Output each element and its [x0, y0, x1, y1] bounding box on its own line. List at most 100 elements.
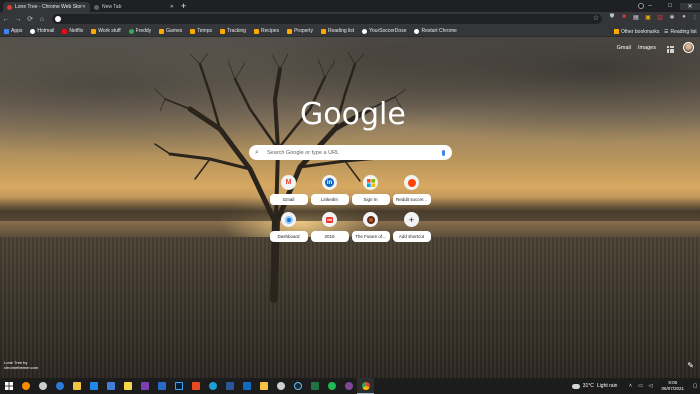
folder-icon — [159, 28, 165, 34]
xbox-icon[interactable] — [272, 378, 289, 394]
plus-icon: + — [404, 212, 419, 227]
ntp-header-links: Gmail Images — [617, 45, 656, 51]
gmail-link[interactable]: Gmail — [617, 45, 631, 51]
shortcut-dashboard[interactable]: Dashboard — [268, 212, 309, 242]
close-tab-icon[interactable]: ✕ — [82, 4, 86, 10]
bookmark-freddy[interactable]: Freddy — [128, 28, 151, 34]
window-controls: – □ ✕ — [640, 0, 700, 12]
clock[interactable]: 9:06 06/07/2021 — [661, 380, 684, 392]
extension-yellow-icon[interactable]: ▣ — [644, 14, 652, 23]
theme-credit[interactable]: Lone Tree by chromethemer.com — [4, 360, 38, 370]
reading-list-button[interactable]: ☰ Reading list — [664, 26, 697, 37]
spotify-icon[interactable] — [323, 378, 340, 394]
windows-start-icon[interactable] — [0, 378, 17, 394]
tab-new-tab[interactable]: New Tab ✕ — [90, 2, 178, 12]
tab-lone-tree[interactable]: Lone Tree - Chrome Web Store ✕ — [3, 2, 90, 12]
reload-button[interactable]: ⟳ — [24, 15, 36, 23]
file-explorer-icon[interactable] — [68, 378, 85, 394]
account-avatar[interactable] — [683, 42, 694, 53]
customize-pencil-icon[interactable]: ✎ — [687, 361, 694, 370]
microsoft-icon — [363, 175, 378, 190]
maximize-button[interactable]: □ — [660, 3, 680, 9]
close-window-button[interactable]: ✕ — [680, 2, 700, 10]
bookmark-games[interactable]: Games — [159, 28, 182, 34]
bookmark-hotmail[interactable]: Hotmail — [30, 28, 54, 34]
extension-doc-icon[interactable]: ▤ — [632, 14, 640, 23]
photoshop-icon[interactable] — [170, 378, 187, 394]
profile-avatar-icon[interactable]: ● — [680, 14, 688, 23]
edge-browser-icon[interactable] — [204, 378, 221, 394]
search-icon[interactable] — [17, 378, 34, 394]
shortcut-sign-in[interactable]: Sign In — [350, 175, 391, 205]
volume-icon[interactable]: ◁ — [645, 383, 655, 389]
video-site-icon: vid — [322, 212, 337, 227]
hotmail-icon — [30, 28, 36, 34]
word-icon[interactable] — [221, 378, 238, 394]
add-shortcut-button[interactable]: + Add shortcut — [391, 212, 432, 242]
omnibox[interactable]: ☆ — [52, 14, 602, 24]
photos-icon[interactable] — [153, 378, 170, 394]
search-box[interactable]: ⌕ Search Google or type a URL — [249, 145, 452, 160]
new-tab-button[interactable]: + — [181, 1, 186, 11]
mail-icon[interactable] — [85, 378, 102, 394]
notification-icon[interactable]: ▢ — [690, 383, 700, 389]
bookmark-work-stuff[interactable]: Work stuff — [91, 28, 121, 34]
shortcut-2019[interactable]: vid 2019 — [309, 212, 350, 242]
shortcut-label: Add shortcut — [392, 231, 431, 242]
shortcut-linkedin[interactable]: in LinkedIn — [309, 175, 350, 205]
bookmark-star-icon[interactable]: ☆ — [593, 14, 599, 22]
apps-grid-icon — [4, 28, 9, 34]
clock-date: 06/07/2021 — [661, 386, 684, 391]
shortcut-label: Sign In — [351, 194, 390, 205]
store-icon[interactable] — [102, 378, 119, 394]
bookmark-tracking[interactable]: Tracking — [220, 28, 246, 34]
bookmark-temps[interactable]: Temps — [190, 28, 212, 34]
forward-button[interactable]: → — [12, 16, 24, 23]
menu-kebab-icon[interactable]: ⋮ — [691, 14, 699, 23]
google-logo: Google — [300, 97, 406, 132]
settings-icon[interactable] — [34, 378, 51, 394]
minimize-button[interactable]: – — [640, 3, 660, 9]
edge-icon[interactable] — [51, 378, 68, 394]
home-button[interactable]: ⌂ — [36, 16, 48, 23]
onenote-icon[interactable] — [136, 378, 153, 394]
files-icon[interactable] — [255, 378, 272, 394]
extension-red-icon[interactable]: ■ — [620, 14, 628, 23]
outlook-icon[interactable] — [238, 378, 255, 394]
close-tab-icon[interactable]: ✕ — [170, 4, 174, 10]
shortcut-gmail[interactable]: M Gmail — [268, 175, 309, 205]
network-icon[interactable]: ▭ — [635, 383, 645, 389]
bookmark-reading-list[interactable]: Reading list — [321, 28, 354, 34]
extension-pdf-icon[interactable]: ▥ — [656, 14, 664, 23]
bookmark-property[interactable]: Property — [287, 28, 313, 34]
chevron-up-icon[interactable]: ˄ — [625, 383, 635, 389]
shortcut-reddit-soccer[interactable]: Reddit soccer... — [391, 175, 432, 205]
chrome-icon[interactable] — [357, 378, 374, 394]
reading-list-icon: ☰ — [664, 28, 669, 35]
tor-icon[interactable] — [340, 378, 357, 394]
bookmark-netflix[interactable]: Netflix — [62, 28, 83, 34]
bookmark-recipes[interactable]: Recipes — [254, 28, 279, 34]
shortcut-label: 2019 — [310, 231, 349, 242]
google-g-icon — [55, 16, 61, 22]
sticky-notes-icon[interactable] — [119, 378, 136, 394]
steam-icon[interactable] — [289, 378, 306, 394]
office-icon[interactable] — [187, 378, 204, 394]
extension-shield-icon[interactable]: ⛊ — [608, 14, 616, 23]
shortcut-the-future-of[interactable]: The Future of... — [350, 212, 391, 242]
bookmark-yoursoccerdose[interactable]: YourSoccerDose — [362, 28, 406, 34]
excel-icon[interactable] — [306, 378, 323, 394]
extensions-puzzle-icon[interactable]: ✱ — [668, 14, 676, 23]
bookmark-apps[interactable]: Apps — [4, 28, 22, 34]
search-placeholder: Search Google or type a URL — [267, 149, 340, 156]
new-tab-favicon-icon — [94, 4, 99, 10]
voice-search-icon[interactable] — [440, 149, 446, 157]
google-apps-icon[interactable] — [667, 46, 674, 53]
back-button[interactable]: ← — [0, 16, 12, 23]
bookmarks-bar: Apps Hotmail Netflix Work stuff Freddy G… — [0, 26, 700, 37]
tab-title: Lone Tree - Chrome Web Store — [15, 4, 82, 10]
bookmark-restart-chrome[interactable]: Restart Chrome — [414, 28, 457, 34]
images-link[interactable]: Images — [638, 45, 656, 51]
weather-widget[interactable]: 31°C Light rain — [571, 383, 617, 389]
other-bookmarks[interactable]: Other bookmarks — [614, 26, 659, 37]
